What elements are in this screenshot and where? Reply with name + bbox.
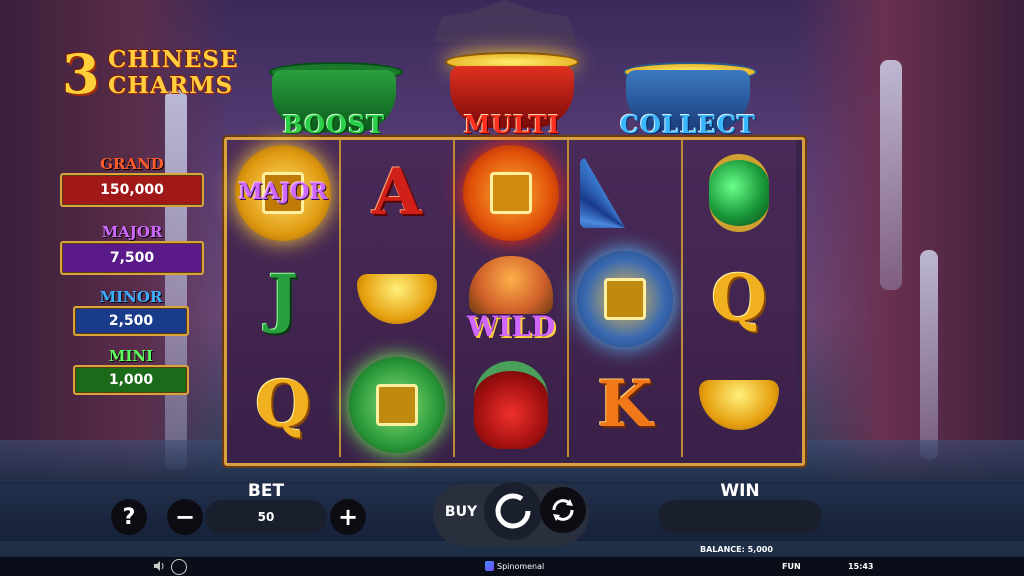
coin-square-hole xyxy=(604,278,646,320)
right-cliff-background xyxy=(794,0,1024,480)
jackpot-grand-title: GRAND xyxy=(100,155,164,173)
red-money-bag-icon xyxy=(474,361,548,449)
reel-3-row-2-symbol: WILD xyxy=(455,246,567,352)
help-button[interactable]: ? xyxy=(111,499,147,535)
blue-fan-icon xyxy=(580,158,670,228)
jackpot-major-value: 7,500 xyxy=(60,241,204,275)
boost-label: BOOST xyxy=(282,110,386,139)
sound-icon[interactable] xyxy=(153,560,165,572)
reel-5: Q xyxy=(683,140,796,457)
letter-k-symbol: K xyxy=(597,367,653,442)
gold-ingot-icon xyxy=(699,380,779,430)
coin-square-hole xyxy=(490,172,532,214)
jackpot-grand: GRAND 150,000 xyxy=(60,155,204,207)
win-value-field xyxy=(658,500,822,534)
letter-q-symbol: Q xyxy=(255,367,311,442)
logo-number: 3 xyxy=(62,42,100,106)
reel-5-row-1-symbol xyxy=(683,140,795,246)
wild-tree-icon xyxy=(469,255,553,314)
multi-pot: MULTI xyxy=(437,48,587,139)
autoplay-icon xyxy=(552,499,574,521)
jackpot-grand-value: 150,000 xyxy=(60,173,204,207)
jackpot-minor-title: MINOR xyxy=(99,288,163,306)
balance-readout: BALANCE: 5,000 xyxy=(700,545,773,554)
reel-4: K xyxy=(569,140,683,457)
jackpot-mini-value: 1,000 xyxy=(73,365,189,395)
green-lantern-icon xyxy=(709,154,769,232)
bet-decrease-button[interactable]: − xyxy=(167,499,203,535)
autoplay-button[interactable] xyxy=(540,487,586,533)
jackpot-major: MAJOR 7,500 xyxy=(60,223,204,275)
bet-label: BET xyxy=(247,481,285,501)
logo-word-chinese: CHINESE xyxy=(108,46,239,73)
multi-label: MULTI xyxy=(463,110,561,139)
jackpot-minor: MINOR 2,500 xyxy=(73,288,189,336)
jackpot-mini: MINI 1,000 xyxy=(73,347,189,395)
reel-4-row-3-symbol: K xyxy=(569,352,681,458)
spin-icon xyxy=(495,493,531,529)
waterfall-right-lower xyxy=(920,250,938,460)
collect-label: COLLECT xyxy=(619,110,756,139)
major-coin-label: MAJOR xyxy=(238,179,328,205)
status-bar: Spinomenal FUN 15:43 xyxy=(0,557,1024,576)
jackpot-mini-title: MINI xyxy=(108,347,154,365)
waterfall-left xyxy=(165,90,187,470)
gold-ingot-icon xyxy=(357,274,437,324)
win-label: WIN xyxy=(720,481,760,501)
pagoda-silhouette xyxy=(433,0,577,42)
spinomenal-logo-icon xyxy=(485,561,494,571)
reel-4-row-2-symbol xyxy=(569,246,681,352)
green-coin-icon xyxy=(349,357,445,453)
reel-2-row-2-symbol xyxy=(341,246,453,352)
brand-name: Spinomenal xyxy=(497,562,545,571)
red-coin-icon xyxy=(463,145,559,241)
spin-button[interactable] xyxy=(484,482,542,540)
reel-1-row-3-symbol: Q xyxy=(227,352,339,458)
jackpot-minor-value: 2,500 xyxy=(73,306,189,336)
reel-3-row-1-symbol xyxy=(455,140,567,246)
bet-increase-button[interactable]: + xyxy=(330,499,366,535)
letter-q-symbol: Q xyxy=(711,261,767,336)
reel-5-row-3-symbol xyxy=(683,352,795,458)
reel-1-row-2-symbol: J xyxy=(227,246,339,352)
clock: 15:43 xyxy=(848,562,874,571)
waterfall-right xyxy=(880,60,902,290)
buy-feature-button[interactable]: BUY xyxy=(436,487,486,537)
collect-pot: COLLECT xyxy=(618,58,758,139)
reel-5-row-2-symbol: Q xyxy=(683,246,795,352)
reel-1-row-1-symbol: MAJOR xyxy=(227,140,339,246)
reel-frame: MAJOR J Q A WILD K Q xyxy=(224,137,805,466)
logo-word-charms: CHARMS xyxy=(108,72,234,99)
reel-4-row-1-symbol xyxy=(569,140,681,246)
blue-coin-icon xyxy=(577,251,673,347)
turbo-icon[interactable] xyxy=(171,559,187,575)
reel-3-row-3-symbol xyxy=(455,352,567,458)
reel-3: WILD xyxy=(455,140,569,457)
game-logo: 3 CHINESE CHARMS xyxy=(62,42,247,106)
coin-square-hole xyxy=(376,384,418,426)
reel-2-row-3-symbol xyxy=(341,352,453,458)
reel-2-row-1-symbol: A xyxy=(341,140,453,246)
wild-label: WILD xyxy=(466,309,556,343)
bet-value-field: 50 xyxy=(205,500,327,534)
boost-pot: BOOST xyxy=(265,58,403,139)
letter-a-symbol: A xyxy=(372,155,422,230)
jackpot-major-title: MAJOR xyxy=(101,223,163,241)
major-coin-icon: MAJOR xyxy=(235,145,331,241)
mode-indicator: FUN xyxy=(782,562,801,571)
letter-j-symbol: J xyxy=(267,261,299,336)
reel-1: MAJOR J Q xyxy=(227,140,341,457)
reel-2: A xyxy=(341,140,455,457)
